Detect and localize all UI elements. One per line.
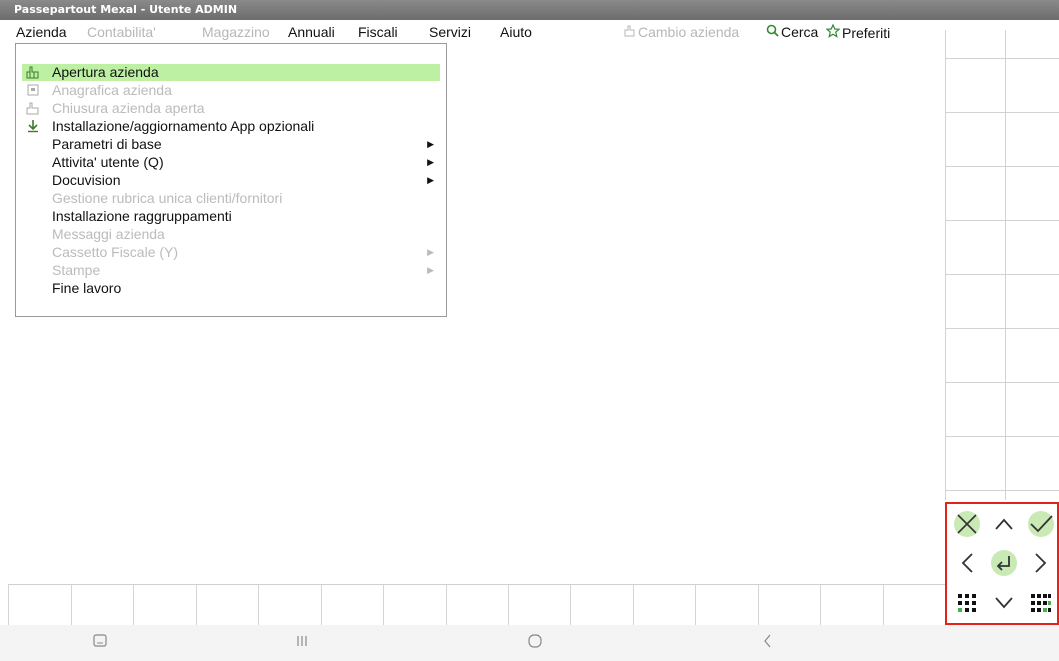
down-button[interactable]	[986, 584, 1022, 622]
submenu-arrow-icon: ▶	[427, 247, 434, 257]
menu-item-attivita-utente[interactable]: Attivita' utente (Q) ▶	[22, 154, 440, 171]
menu-azienda[interactable]: Azienda	[16, 24, 67, 40]
cambio-azienda-button[interactable]: Cambio azienda	[623, 24, 739, 40]
azienda-dropdown-menu: Apertura azienda Anagrafica azienda Chiu…	[15, 43, 447, 317]
function-key-bar	[8, 584, 945, 625]
up-button[interactable]	[986, 505, 1022, 543]
check-icon	[1028, 511, 1054, 537]
cambio-azienda-label: Cambio azienda	[638, 24, 740, 40]
menu-item-chiusura-azienda[interactable]: Chiusura azienda aperta	[22, 100, 440, 117]
menu-item-anagrafica-azienda[interactable]: Anagrafica azienda	[22, 82, 440, 99]
download-icon	[26, 119, 40, 133]
menu-item-installazione-app[interactable]: Installazione/aggiornamento App opzional…	[22, 118, 440, 135]
menu-item-label: Attivita' utente (Q)	[52, 154, 164, 170]
chevron-left-icon	[961, 553, 973, 573]
menu-item-label: Anagrafica azienda	[52, 82, 172, 98]
menu-item-label: Messaggi azienda	[52, 226, 165, 242]
menu-item-label: Docuvision	[52, 172, 121, 188]
menu-item-installazione-raggruppamenti[interactable]: Installazione raggruppamenti	[22, 208, 440, 225]
menu-item-label: Stampe	[52, 262, 101, 278]
grid-icon	[958, 594, 976, 612]
menu-fiscali[interactable]: Fiscali	[358, 24, 398, 40]
android-nav-bar	[0, 625, 1059, 661]
star-icon	[825, 23, 841, 41]
side-grid	[945, 30, 1059, 500]
hand-icon	[623, 24, 636, 40]
submenu-arrow-icon: ▶	[427, 175, 434, 185]
preferiti-button[interactable]: Preferiti	[825, 23, 891, 41]
search-icon	[766, 24, 779, 40]
submenu-arrow-icon: ▶	[427, 157, 434, 167]
grid-extended-button[interactable]	[1023, 584, 1059, 622]
enter-button[interactable]	[986, 544, 1022, 582]
cerca-label: Cerca	[781, 24, 819, 40]
menu-item-label: Apertura azienda	[52, 64, 159, 80]
menu-item-messaggi-azienda[interactable]: Messaggi azienda	[22, 226, 440, 243]
menu-item-label: Installazione raggruppamenti	[52, 208, 232, 224]
menu-item-gestione-rubrica[interactable]: Gestione rubrica unica clienti/fornitori	[22, 190, 440, 207]
enter-icon	[991, 550, 1017, 576]
menu-contabilita[interactable]: Contabilita'	[87, 24, 156, 40]
hand-icon	[26, 101, 40, 115]
menu-item-label: Chiusura azienda aperta	[52, 100, 205, 116]
window-title: Passepartout Mexal - Utente ADMIN	[0, 0, 1059, 20]
chevron-down-icon	[995, 597, 1013, 609]
menu-item-label: Parametri di base	[52, 136, 162, 152]
left-button[interactable]	[949, 544, 985, 582]
menu-magazzino[interactable]: Magazzino	[202, 24, 270, 40]
preferiti-label: Preferiti	[842, 25, 891, 41]
menu-servizi[interactable]: Servizi	[429, 24, 471, 40]
cerca-button[interactable]: Cerca	[766, 24, 818, 40]
menu-item-label: Cassetto Fiscale (Y)	[52, 244, 179, 260]
menu-item-label: Gestione rubrica unica clienti/fornitori	[52, 190, 283, 206]
confirm-button[interactable]	[1023, 505, 1059, 543]
menu-item-label: Fine lavoro	[52, 280, 122, 296]
hand-icon	[26, 65, 40, 79]
menubar: Azienda Contabilita' Magazzino Annuali F…	[0, 20, 945, 42]
right-button[interactable]	[1023, 544, 1059, 582]
menu-item-parametri-di-base[interactable]: Parametri di base ▶	[22, 136, 440, 153]
back-icon[interactable]	[760, 633, 776, 654]
menu-item-stampe[interactable]: Stampe ▶	[22, 262, 440, 279]
menu-item-apertura-azienda[interactable]: Apertura azienda	[22, 64, 440, 81]
cancel-button[interactable]	[949, 505, 985, 543]
chevron-up-icon	[995, 518, 1013, 530]
menu-annuali[interactable]: Annuali	[288, 24, 335, 40]
card-icon	[26, 83, 40, 97]
grid-button[interactable]	[949, 584, 985, 622]
grid-extended-icon	[1031, 594, 1051, 612]
close-icon	[954, 511, 980, 537]
screenshot-icon[interactable]	[92, 633, 108, 654]
menu-item-label: Installazione/aggiornamento App opzional…	[52, 118, 315, 134]
menu-item-cassetto-fiscale[interactable]: Cassetto Fiscale (Y) ▶	[22, 244, 440, 261]
chevron-right-icon	[1035, 553, 1047, 573]
home-icon[interactable]	[527, 633, 543, 654]
submenu-arrow-icon: ▶	[427, 265, 434, 275]
recent-apps-icon[interactable]	[294, 633, 310, 654]
menu-item-fine-lavoro[interactable]: Fine lavoro	[22, 280, 440, 297]
menu-item-docuvision[interactable]: Docuvision ▶	[22, 172, 440, 189]
submenu-arrow-icon: ▶	[427, 139, 434, 149]
navigation-keypad	[945, 502, 1059, 625]
menu-aiuto[interactable]: Aiuto	[500, 24, 532, 40]
